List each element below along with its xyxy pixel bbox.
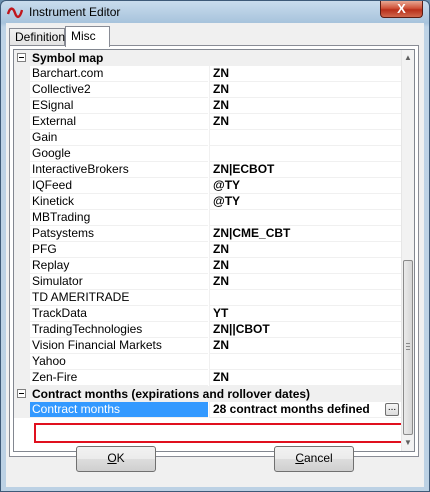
property-value[interactable]: ZN [209, 66, 401, 82]
ok-accel: O [107, 451, 117, 465]
property-name: InteractiveBrokers [30, 162, 208, 178]
property-name: TD AMERITRADE [30, 290, 208, 306]
property-row[interactable]: Replay ZN [14, 258, 401, 274]
property-value[interactable]: ZN|ECBOT [209, 162, 401, 178]
category-contract-months[interactable]: Contract months (expirations and rollove… [14, 386, 401, 402]
property-value[interactable]: ZN [209, 114, 401, 130]
property-row[interactable]: TradingTechnologies ZN||CBOT [14, 322, 401, 338]
property-name: Barchart.com [30, 66, 208, 82]
property-row[interactable]: ESignal ZN [14, 98, 401, 114]
property-value[interactable]: ZN [209, 370, 401, 386]
property-row[interactable]: TD AMERITRADE [14, 290, 401, 306]
instrument-editor-window: Instrument Editor X Definition Misc Symb… [0, 0, 430, 492]
property-name: Yahoo [30, 354, 208, 370]
property-value[interactable] [209, 290, 401, 306]
property-name: External [30, 114, 208, 130]
property-value[interactable]: ZN [209, 274, 401, 290]
property-value[interactable] [209, 210, 401, 226]
property-row[interactable]: InteractiveBrokers ZN|ECBOT [14, 162, 401, 178]
ok-label: K [116, 451, 125, 465]
property-value[interactable]: YT [209, 306, 401, 322]
contract-months-value: 28 contract months defined [213, 402, 370, 416]
property-value[interactable]: ZN [209, 258, 401, 274]
property-name: TrackData [30, 306, 208, 322]
ok-button[interactable]: OK [76, 446, 156, 472]
close-icon: X [397, 1, 406, 16]
property-name: IQFeed [30, 178, 208, 194]
category-label: Contract months (expirations and rollove… [32, 387, 311, 401]
property-name: Vision Financial Markets [30, 338, 208, 354]
property-row[interactable]: Yahoo [14, 354, 401, 370]
close-button[interactable]: X [380, 1, 423, 18]
collapse-icon[interactable] [17, 53, 26, 62]
tab-misc[interactable]: Misc [65, 26, 110, 47]
collapse-icon[interactable] [17, 389, 26, 398]
property-row[interactable]: Google [14, 146, 401, 162]
property-grid: Symbol map Barchart.com ZN Collective2 ZN … [13, 49, 415, 452]
property-value[interactable] [209, 354, 401, 370]
app-logo-icon [7, 7, 23, 18]
property-value[interactable] [209, 130, 401, 146]
property-value[interactable]: 28 contract months defined... [209, 402, 401, 418]
property-row[interactable]: Collective2 ZN [14, 82, 401, 98]
property-name: MBTrading [30, 210, 208, 226]
property-name: Patsystems [30, 226, 208, 242]
property-row-contract-months[interactable]: Contract months 28 contract months defin… [14, 402, 401, 418]
property-row[interactable]: Simulator ZN [14, 274, 401, 290]
cancel-label: ancel [303, 451, 333, 465]
property-grid-rows: Symbol map Barchart.com ZN Collective2 ZN … [14, 50, 401, 418]
property-value[interactable]: @TY [209, 194, 401, 210]
cancel-button[interactable]: Cancel [274, 446, 354, 472]
scroll-thumb[interactable] [403, 260, 413, 435]
property-row[interactable]: Barchart.com ZN [14, 66, 401, 82]
property-name: Simulator [30, 274, 208, 290]
property-name: Zen-Fire [30, 370, 208, 386]
category-label: Symbol map [32, 51, 104, 65]
tab-definition-label: Definition [15, 30, 66, 44]
property-value[interactable]: @TY [209, 178, 401, 194]
property-row[interactable]: Vision Financial Markets ZN [14, 338, 401, 354]
property-row[interactable]: MBTrading [14, 210, 401, 226]
annotation-highlight-box [34, 423, 406, 443]
ellipsis-button[interactable]: ... [385, 403, 399, 416]
misc-tab-panel: Symbol map Barchart.com ZN Collective2 ZN … [9, 45, 419, 457]
property-name: Contract months [30, 402, 208, 418]
window-title: Instrument Editor [29, 5, 121, 19]
scroll-down-icon[interactable]: ▼ [402, 436, 414, 449]
property-value[interactable]: ZN [209, 338, 401, 354]
category-symbol-map[interactable]: Symbol map [14, 50, 401, 66]
tab-misc-label: Misc [71, 29, 96, 43]
scroll-up-icon[interactable]: ▲ [402, 51, 414, 64]
title-bar[interactable]: Instrument Editor X [1, 1, 429, 23]
cancel-accel: C [295, 451, 304, 465]
property-name: Google [30, 146, 208, 162]
property-name: TradingTechnologies [30, 322, 208, 338]
dialog-client-area: Definition Misc Symbol map Barchart.com Z… [6, 23, 424, 487]
property-row[interactable]: TrackData YT [14, 306, 401, 322]
property-row[interactable]: External ZN [14, 114, 401, 130]
property-value[interactable]: ZN [209, 242, 401, 258]
vertical-scrollbar[interactable]: ▲ ▼ [401, 50, 414, 451]
property-name: Kinetick [30, 194, 208, 210]
property-value[interactable]: ZN|CME_CBT [209, 226, 401, 242]
property-row[interactable]: Kinetick @TY [14, 194, 401, 210]
property-name: PFG [30, 242, 208, 258]
property-row[interactable]: Zen-Fire ZN [14, 370, 401, 386]
property-name: Replay [30, 258, 208, 274]
property-row[interactable]: Patsystems ZN|CME_CBT [14, 226, 401, 242]
property-row[interactable]: PFG ZN [14, 242, 401, 258]
property-name: ESignal [30, 98, 208, 114]
property-row[interactable]: Gain [14, 130, 401, 146]
property-value[interactable]: ZN [209, 98, 401, 114]
tab-definition[interactable]: Definition [9, 28, 65, 46]
property-name: Gain [30, 130, 208, 146]
property-name: Collective2 [30, 82, 208, 98]
property-value[interactable]: ZN||CBOT [209, 322, 401, 338]
property-value[interactable]: ZN [209, 82, 401, 98]
property-row[interactable]: IQFeed @TY [14, 178, 401, 194]
property-value[interactable] [209, 146, 401, 162]
